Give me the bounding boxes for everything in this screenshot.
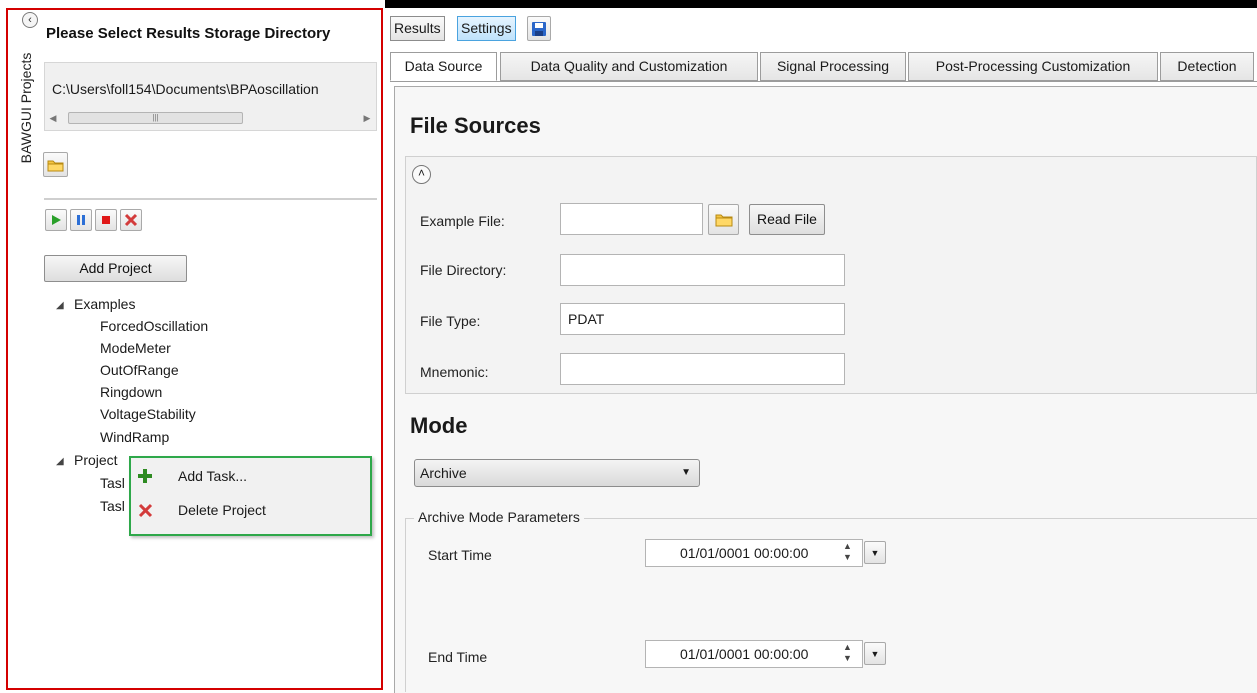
tab-post-processing[interactable]: Post-Processing Customization (908, 52, 1158, 81)
menu-item-delete-project[interactable]: Delete Project (133, 496, 368, 526)
results-directory-heading: Please Select Results Storage Directory (46, 25, 331, 42)
mode-dropdown[interactable]: Archive ▼ (414, 459, 700, 487)
results-view-button[interactable]: Results (390, 16, 445, 41)
browse-folder-button[interactable] (43, 152, 68, 177)
menu-item-add-task[interactable]: Add Task... (133, 462, 368, 492)
tab-signal-processing[interactable]: Signal Processing (760, 52, 906, 81)
stop-icon (102, 216, 110, 224)
spin-arrows-icon[interactable]: ▲ ▼ (843, 541, 852, 563)
add-project-button[interactable]: Add Project (44, 255, 187, 282)
run-button[interactable] (45, 209, 67, 231)
tree-item[interactable]: Ringdown (100, 384, 162, 400)
tree-item[interactable]: OutOfRange (100, 362, 179, 378)
tree-item[interactable]: VoltageStability (100, 406, 196, 422)
start-time-label: Start Time (428, 547, 492, 563)
tree-item-task[interactable]: Tasl (100, 498, 125, 514)
stop-button[interactable] (95, 209, 117, 231)
collapse-panel-button[interactable]: ‹ (22, 12, 38, 28)
panel-divider (44, 198, 377, 200)
pause-icon (77, 215, 85, 225)
folder-icon (715, 214, 732, 227)
file-directory-label: File Directory: (420, 262, 507, 278)
scroll-left-arrow[interactable]: ◀ (46, 110, 60, 127)
start-time-value[interactable]: 01/01/0001 00:00:00 (680, 545, 808, 561)
end-time-picker[interactable]: 01/01/0001 00:00:00 ▲ ▼ (645, 640, 863, 668)
chevron-down-icon: ▼ (681, 467, 691, 478)
mnemonic-input[interactable] (560, 353, 845, 385)
end-time-value[interactable]: 01/01/0001 00:00:00 (680, 646, 808, 662)
browse-example-file-button[interactable] (708, 204, 739, 235)
tree-item[interactable]: ForcedOscillation (100, 318, 208, 334)
read-file-button[interactable]: Read File (749, 204, 825, 235)
start-time-dropdown-button[interactable]: ▼ (864, 541, 886, 564)
scroll-right-arrow[interactable]: ▶ (360, 110, 374, 127)
end-time-label: End Time (428, 649, 488, 665)
mnemonic-label: Mnemonic: (420, 364, 489, 380)
tree-item[interactable]: WindRamp (100, 429, 169, 445)
save-button[interactable] (527, 16, 551, 41)
tab-detection[interactable]: Detection (1160, 52, 1254, 81)
end-time-dropdown-button[interactable]: ▼ (864, 642, 886, 665)
file-type-label: File Type: (420, 313, 481, 329)
tab-data-source[interactable]: Data Source (390, 52, 497, 81)
tree-node-examples[interactable]: Examples (74, 296, 135, 312)
start-time-picker[interactable]: 01/01/0001 00:00:00 ▲ ▼ (645, 539, 863, 567)
archive-mode-title: Archive Mode Parameters (414, 509, 584, 525)
folder-icon (47, 160, 64, 171)
file-type-input[interactable]: PDAT (560, 303, 845, 335)
file-sources-title: File Sources (410, 113, 541, 138)
mode-title: Mode (410, 413, 468, 438)
collapse-section-button[interactable]: ˄ (412, 165, 431, 184)
tree-node-project[interactable]: Project (74, 452, 118, 468)
scrollbar-thumb[interactable]: ||| (68, 112, 243, 124)
projects-tab-label[interactable]: BAWGUI Projects (18, 38, 34, 178)
expand-triangle-icon[interactable]: ◢ (56, 456, 64, 467)
tree-item-task[interactable]: Tasl (100, 475, 125, 491)
chevron-down-icon: ▼ (870, 547, 880, 558)
x-icon (124, 213, 138, 227)
example-file-label: Example File: (420, 213, 505, 229)
pause-button[interactable] (70, 209, 92, 231)
example-file-input[interactable] (560, 203, 703, 235)
mode-selected-value: Archive (420, 465, 467, 481)
tree-item[interactable]: ModeMeter (100, 340, 171, 356)
save-icon (532, 21, 546, 36)
spin-arrows-icon[interactable]: ▲ ▼ (843, 642, 852, 664)
plus-icon (138, 469, 152, 483)
tab-data-quality[interactable]: Data Quality and Customization (500, 52, 758, 81)
delete-button[interactable] (120, 209, 142, 231)
chevron-left-icon: ‹ (28, 14, 32, 26)
menu-item-label: Delete Project (178, 502, 266, 518)
directory-path-text: C:\Users\foll154\Documents\BPAoscillatio… (52, 81, 319, 97)
play-icon (52, 215, 61, 225)
x-icon (138, 503, 153, 518)
chevron-down-icon: ▼ (870, 648, 880, 659)
expand-triangle-icon[interactable]: ◢ (56, 300, 64, 311)
settings-view-button[interactable]: Settings (457, 16, 516, 41)
window-top-edge (385, 0, 1257, 8)
chevron-up-icon: ˄ (417, 166, 425, 180)
file-directory-input[interactable] (560, 254, 845, 286)
directory-horizontal-scrollbar[interactable]: ◀ ||| ▶ (46, 110, 376, 127)
menu-item-label: Add Task... (178, 468, 248, 484)
